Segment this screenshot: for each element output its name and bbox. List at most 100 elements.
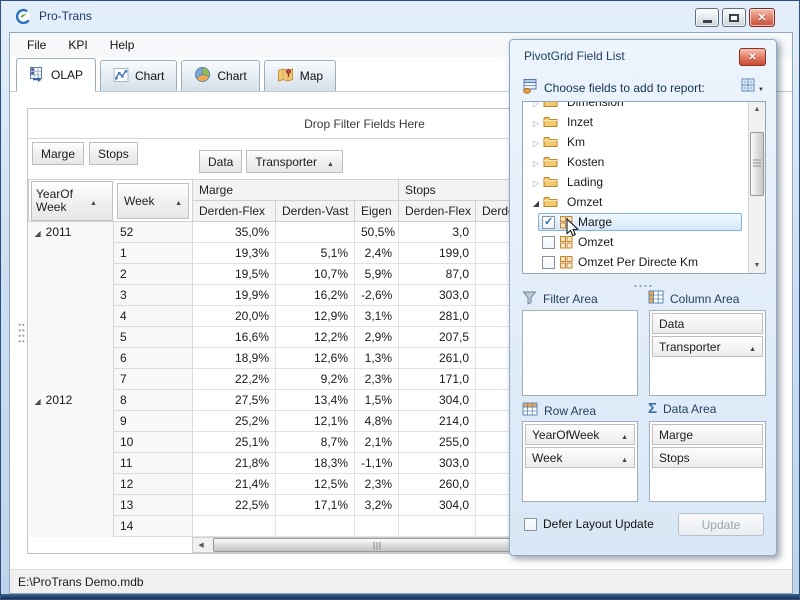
column-header[interactable]: Derden-Vast xyxy=(276,201,355,222)
tree-item-selbox[interactable]: Km xyxy=(563,133,742,151)
tree-item[interactable]: Omzet xyxy=(523,192,748,212)
week-cell[interactable]: 4 xyxy=(114,306,193,327)
value-cell[interactable]: 304,0 xyxy=(399,390,476,411)
tab-olap[interactable]: OLAP xyxy=(16,58,96,92)
data-area-box[interactable]: Marge Stops xyxy=(649,421,766,502)
splitter-grip[interactable] xyxy=(18,322,25,344)
menu-kpi[interactable]: KPI xyxy=(57,34,98,56)
year-cell[interactable] xyxy=(29,243,114,264)
row-area-box[interactable]: YearOfWeek Week xyxy=(522,421,638,502)
value-cell[interactable]: 281,0 xyxy=(399,306,476,327)
column-header[interactable]: Eigen xyxy=(355,201,399,222)
value-cell[interactable]: 25,2% xyxy=(193,411,276,432)
value-cell[interactable]: 12,2% xyxy=(276,327,355,348)
tree-item-selbox[interactable]: Lading xyxy=(563,173,742,191)
week-cell[interactable]: 52 xyxy=(114,222,193,243)
value-cell[interactable] xyxy=(276,516,355,537)
week-cell[interactable]: 14 xyxy=(114,516,193,537)
menu-file[interactable]: File xyxy=(16,34,57,56)
tree-item[interactable]: Inzet xyxy=(523,112,748,132)
value-cell[interactable]: 214,0 xyxy=(399,411,476,432)
scroll-up-icon[interactable]: ▲ xyxy=(749,102,765,117)
value-cell[interactable]: 12,9% xyxy=(276,306,355,327)
week-cell[interactable]: 6 xyxy=(114,348,193,369)
tree-item-selbox[interactable]: Omzet Per Directe Km xyxy=(538,253,742,271)
value-cell[interactable]: -1,1% xyxy=(355,453,399,474)
tree-vertical-scrollbar[interactable]: ▲ ▼ xyxy=(748,102,765,273)
tree-item[interactable]: Dimension xyxy=(523,102,748,112)
year-cell[interactable] xyxy=(29,474,114,495)
value-cell[interactable] xyxy=(355,516,399,537)
value-cell[interactable]: 255,0 xyxy=(399,432,476,453)
year-cell[interactable] xyxy=(29,495,114,516)
value-cell[interactable]: 27,5% xyxy=(193,390,276,411)
tree-expander-icon[interactable] xyxy=(529,135,543,149)
tree-item[interactable]: Omzet Per Directe Km xyxy=(523,252,748,272)
area-field-button[interactable]: Week xyxy=(525,447,635,468)
field-checkbox[interactable] xyxy=(542,256,555,269)
value-cell[interactable]: 35,0% xyxy=(193,222,276,243)
tree-item-selbox[interactable]: Omzet xyxy=(563,193,742,211)
value-cell[interactable]: 12,6% xyxy=(276,348,355,369)
value-cell[interactable]: 2,4% xyxy=(355,243,399,264)
tree-item-selbox[interactable]: Kosten xyxy=(563,153,742,171)
value-cell[interactable]: 2,9% xyxy=(355,327,399,348)
column-field-button[interactable]: Transporter xyxy=(246,150,343,173)
value-cell[interactable]: 19,3% xyxy=(193,243,276,264)
tree-item[interactable]: Km xyxy=(523,132,748,152)
year-cell[interactable] xyxy=(29,306,114,327)
year-cell[interactable] xyxy=(29,411,114,432)
fieldlist-close-button[interactable]: ✕ xyxy=(739,48,766,66)
column-field-button[interactable]: Data xyxy=(199,150,242,173)
tree-item-selbox[interactable]: Inzet xyxy=(563,113,742,131)
value-cell[interactable]: 1,5% xyxy=(355,390,399,411)
tree-item[interactable]: Lading xyxy=(523,172,748,192)
value-cell[interactable]: 21,8% xyxy=(193,453,276,474)
week-cell[interactable]: 8 xyxy=(114,390,193,411)
value-cell[interactable]: 18,3% xyxy=(276,453,355,474)
area-field-button[interactable]: Transporter xyxy=(652,336,763,357)
value-cell[interactable]: 261,0 xyxy=(399,348,476,369)
value-cell[interactable]: 9,2% xyxy=(276,369,355,390)
week-cell[interactable]: 13 xyxy=(114,495,193,516)
value-cell[interactable] xyxy=(276,222,355,243)
week-cell[interactable]: 5 xyxy=(114,327,193,348)
year-cell[interactable]: 2012 xyxy=(29,390,114,411)
value-cell[interactable]: 3,0 xyxy=(399,222,476,243)
row-field-week-button[interactable]: Week xyxy=(117,183,189,219)
title-bar[interactable]: Pro-Trans ✕ xyxy=(1,1,799,32)
value-cell[interactable]: 171,0 xyxy=(399,369,476,390)
area-field-button[interactable]: YearOfWeek xyxy=(525,424,635,445)
value-cell[interactable]: 20,0% xyxy=(193,306,276,327)
tree-item[interactable]: Omzet xyxy=(523,232,748,252)
value-cell[interactable]: 1,3% xyxy=(355,348,399,369)
panel-splitter-grip[interactable] xyxy=(633,284,653,288)
field-checkbox[interactable] xyxy=(542,236,555,249)
expanded-group-icon[interactable] xyxy=(35,393,41,407)
tab-chart-pie[interactable]: Chart xyxy=(181,60,259,91)
defer-layout-checkbox[interactable] xyxy=(524,518,537,531)
week-cell[interactable]: 7 xyxy=(114,369,193,390)
year-cell[interactable] xyxy=(29,264,114,285)
value-cell[interactable]: -2,6% xyxy=(355,285,399,306)
value-cell[interactable]: 303,0 xyxy=(399,285,476,306)
value-cell[interactable] xyxy=(399,516,476,537)
area-field-button[interactable]: Marge xyxy=(652,424,763,445)
column-area-box[interactable]: Data Transporter xyxy=(649,310,766,396)
fieldlist-panel[interactable]: PivotGrid Field List ✕ Choose fields to … xyxy=(509,39,777,556)
week-cell[interactable]: 9 xyxy=(114,411,193,432)
value-cell[interactable]: 50,5% xyxy=(355,222,399,243)
value-cell[interactable]: 5,9% xyxy=(355,264,399,285)
value-cell[interactable]: 5,1% xyxy=(276,243,355,264)
value-cell[interactable]: 3,1% xyxy=(355,306,399,327)
tree-item[interactable]: Marge xyxy=(523,212,748,232)
area-field-button[interactable]: Data xyxy=(652,313,763,334)
year-cell[interactable] xyxy=(29,516,114,537)
value-cell[interactable]: 25,1% xyxy=(193,432,276,453)
value-cell[interactable]: 16,6% xyxy=(193,327,276,348)
value-cell[interactable]: 13,4% xyxy=(276,390,355,411)
filter-area-box[interactable] xyxy=(522,310,638,396)
week-cell[interactable]: 11 xyxy=(114,453,193,474)
year-cell[interactable] xyxy=(29,453,114,474)
value-cell[interactable]: 2,1% xyxy=(355,432,399,453)
